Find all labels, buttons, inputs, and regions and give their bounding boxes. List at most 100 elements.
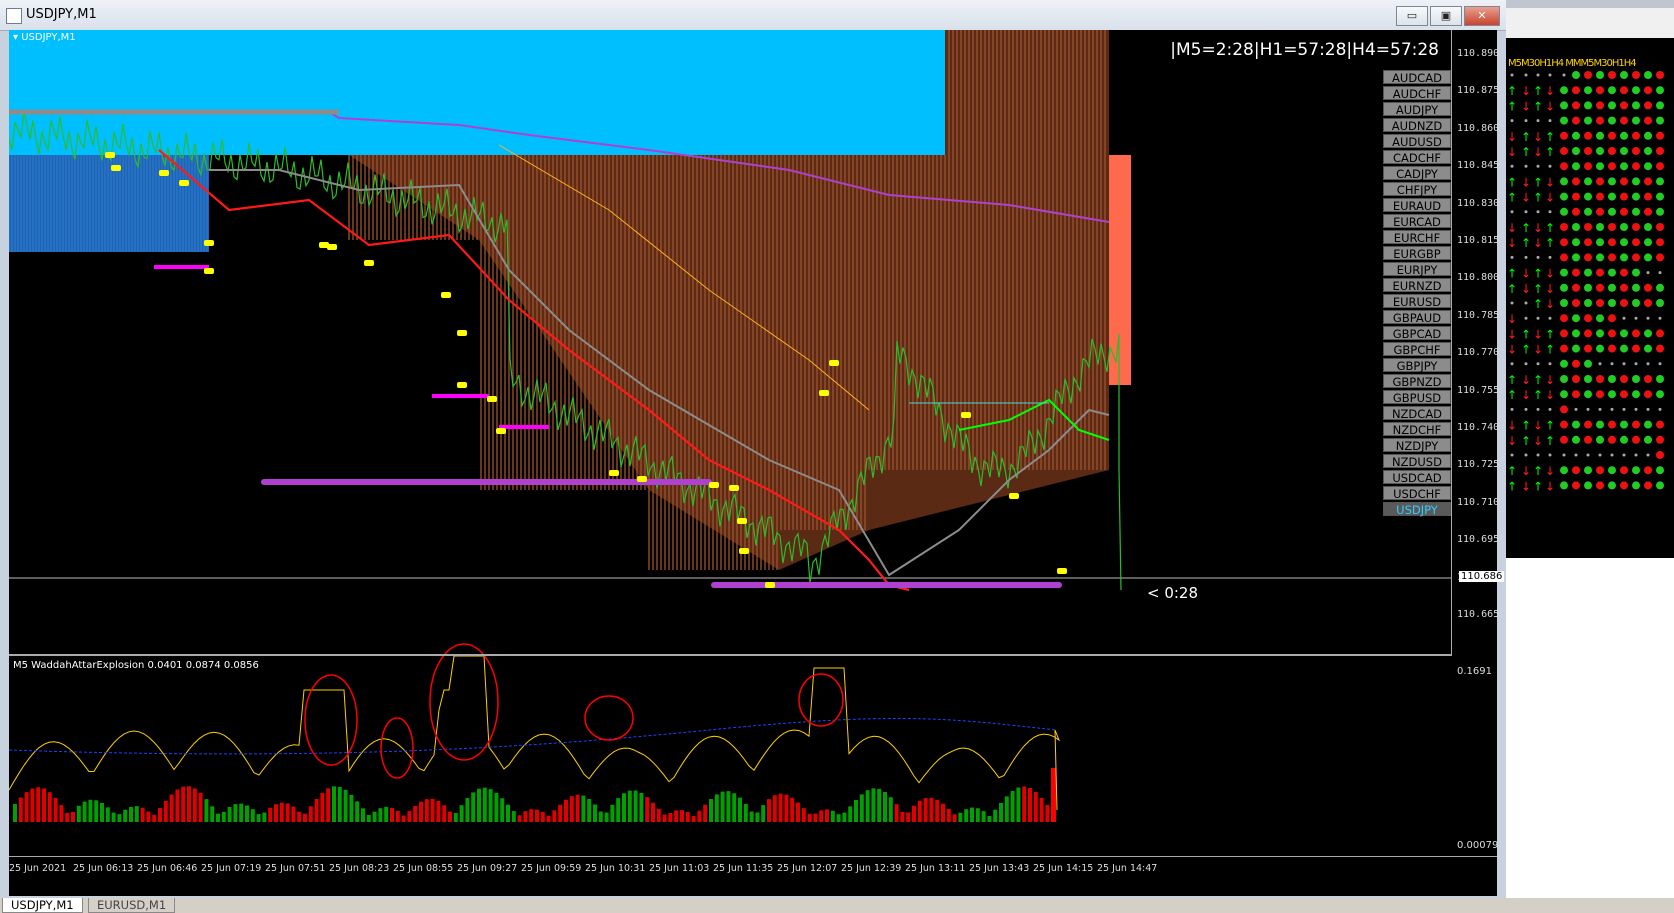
signal-dot <box>1620 253 1628 262</box>
symbol-button-eurnzd[interactable]: EURNZD <box>1383 278 1451 293</box>
neutral-dot <box>1510 164 1514 168</box>
annotation-circle <box>584 695 634 741</box>
symbol-button-gbpcad[interactable]: GBPCAD <box>1383 326 1451 341</box>
symbol-button-chfjpy[interactable]: CHFJPY <box>1383 182 1451 197</box>
tab-eurusd[interactable]: EURUSD,M1 <box>88 898 176 913</box>
signal-dot <box>1608 390 1616 399</box>
histogram-bar <box>332 786 336 822</box>
signal-dot <box>1560 435 1568 444</box>
signal-dot <box>1608 344 1616 353</box>
signal-dot <box>1584 481 1592 490</box>
symbol-button-usdchf[interactable]: USDCHF <box>1383 486 1451 501</box>
chart-canvas[interactable] <box>9 30 1451 856</box>
signal-dot <box>1560 329 1568 338</box>
signal-dot <box>1632 162 1640 171</box>
price-tick: 110.665 <box>1457 609 1500 620</box>
signal-dot <box>1584 466 1592 475</box>
signal-dot <box>1620 390 1628 399</box>
histogram-bar <box>970 807 974 822</box>
signal-dot <box>1584 238 1592 247</box>
symbol-button-eurgbp[interactable]: EURGBP <box>1383 246 1451 261</box>
signal-dot <box>1656 101 1664 110</box>
signal-dot <box>1644 420 1652 429</box>
symbol-button-usdjpy[interactable]: USDJPY <box>1383 502 1451 517</box>
histogram-bar <box>569 796 574 822</box>
signal-dot <box>1608 375 1616 383</box>
symbol-button-nzdchf[interactable]: NZDCHF <box>1383 422 1451 437</box>
histogram-bar <box>65 812 70 822</box>
restore-button[interactable]: ▣ <box>1430 6 1462 26</box>
symbol-button-gbpaud[interactable]: GBPAUD <box>1383 310 1451 325</box>
up-arrow-icon: ↑ <box>1507 479 1517 493</box>
signal-marker <box>1057 568 1067 574</box>
signal-dot <box>1622 316 1626 320</box>
histogram-bar <box>47 792 52 822</box>
symbol-button-nzdusd[interactable]: NZDUSD <box>1383 454 1451 469</box>
signal-dot <box>1596 253 1604 262</box>
histogram-bar <box>82 801 87 822</box>
symbol-button-eurusd[interactable]: EURUSD <box>1383 294 1451 309</box>
signal-dot <box>1656 207 1664 216</box>
symbol-button-gbpnzd[interactable]: GBPNZD <box>1383 374 1451 389</box>
histogram-bar <box>877 788 882 822</box>
neutral-dot <box>1536 407 1540 411</box>
tab-usdjpy[interactable]: USDJPY,M1 <box>2 898 83 913</box>
minimize-button[interactable]: ▭ <box>1396 6 1428 26</box>
signal-dot <box>1656 481 1664 490</box>
histogram-bar <box>413 805 418 822</box>
signal-dot <box>1644 253 1652 262</box>
price-chart[interactable]: ▾ USDJPY,M1 |M5=2:28|H1=57:28|H4=57:28 <… <box>9 30 1505 897</box>
time-tick: 25 Jun 12:07 <box>777 863 838 874</box>
symbol-button-audusd[interactable]: AUDUSD <box>1383 134 1451 149</box>
signal-dot <box>1644 223 1652 231</box>
symbol-button-eurcad[interactable]: EURCAD <box>1383 214 1451 229</box>
symbol-button-gbpusd[interactable]: GBPUSD <box>1383 390 1451 405</box>
symbol-button-audchf[interactable]: AUDCHF <box>1383 86 1451 101</box>
chart-symbol-text: USDJPY,M1 <box>21 32 76 43</box>
window-separator[interactable] <box>9 654 1451 656</box>
up-arrow-icon: ↑ <box>1533 479 1543 493</box>
window-titlebar[interactable]: USDJPY,M1 ▭ ▣ ✕ <box>0 0 1506 31</box>
signal-marker <box>364 260 374 266</box>
up-arrow-icon: ↑ <box>1507 99 1517 113</box>
symbol-button-usdcad[interactable]: USDCAD <box>1383 470 1451 485</box>
time-axis[interactable]: 25 Jun 2021 25 Jun 06:13 25 Jun 06:46 25 Ju… <box>9 856 1497 897</box>
symbol-button-gbpchf[interactable]: GBPCHF <box>1383 342 1451 357</box>
signal-marker <box>457 330 467 336</box>
histogram-bar <box>622 793 626 822</box>
signal-dot <box>1572 299 1580 307</box>
histogram-bar <box>790 797 795 822</box>
symbol-button-eurjpy[interactable]: EURJPY <box>1383 262 1451 277</box>
close-button[interactable]: ✕ <box>1464 6 1500 26</box>
symbol-button-audjpy[interactable]: AUDJPY <box>1383 102 1451 117</box>
symbol-button-eurchf[interactable]: EURCHF <box>1383 230 1451 245</box>
symbol-button-gbpjpy[interactable]: GBPJPY <box>1383 358 1451 373</box>
histogram-bar <box>111 812 116 822</box>
symbol-button-nzdcad[interactable]: NZDCAD <box>1383 406 1451 421</box>
histogram-bar <box>1016 787 1021 822</box>
signal-marker <box>819 390 829 396</box>
symbol-button-audnzd[interactable]: AUDNZD <box>1383 118 1451 133</box>
price-tick: 110.815 <box>1457 235 1500 246</box>
neutral-dot <box>1510 362 1514 366</box>
signal-dot <box>1658 271 1662 275</box>
symbol-button-cadjpy[interactable]: CADJPY <box>1383 166 1451 181</box>
signal-dot <box>1596 238 1604 247</box>
signal-dot <box>1656 299 1664 307</box>
chart-symbol-label[interactable]: ▾ USDJPY,M1 <box>13 32 76 43</box>
symbol-button-audcad[interactable]: AUDCAD <box>1383 70 1451 85</box>
histogram-bar <box>964 809 969 822</box>
signal-dot <box>1644 192 1652 201</box>
down-arrow-icon: ↓ <box>1507 145 1517 159</box>
histogram-bar <box>94 800 99 822</box>
symbol-button-cadchf[interactable]: CADCHF <box>1383 150 1451 165</box>
histogram-bar <box>303 813 307 822</box>
histogram-bar <box>993 809 998 822</box>
price-tick: 110.845 <box>1457 160 1500 172</box>
down-arrow-icon: ↓ <box>1545 191 1555 205</box>
histogram-bar <box>732 793 737 822</box>
symbol-button-nzdjpy[interactable]: NZDJPY <box>1383 438 1451 453</box>
symbol-button-euraud[interactable]: EURAUD <box>1383 198 1451 213</box>
histogram-bar <box>419 801 423 822</box>
signal-dot <box>1572 101 1580 110</box>
